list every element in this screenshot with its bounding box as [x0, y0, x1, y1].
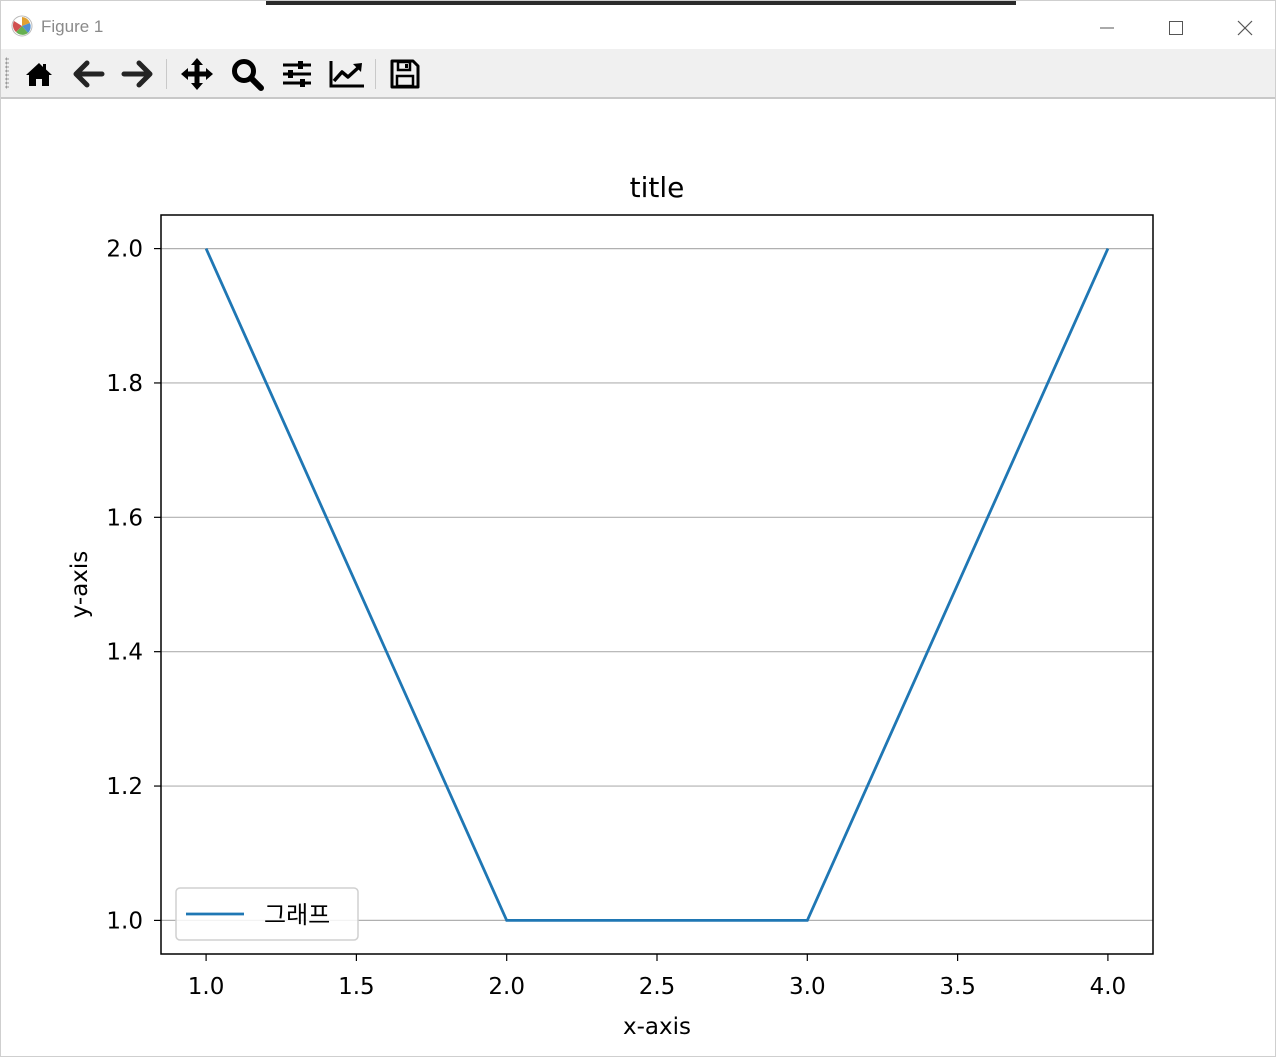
- back-icon: [73, 60, 105, 88]
- maximize-icon: [1169, 21, 1183, 35]
- zoom-button[interactable]: [227, 56, 267, 92]
- x-tick-label: 2.5: [639, 974, 676, 1000]
- y-tick-label: 2.0: [106, 237, 143, 263]
- toolbar-separator: [375, 59, 376, 89]
- forward-icon: [121, 60, 153, 88]
- line-chart: 1.0 1.5 2.0 2.5 3.0 3.5 4.0 1.0 1.2 1.4 1.6 1.8 2.0 t…: [67, 171, 1154, 1040]
- series-line: [204, 248, 1110, 922]
- pan-button[interactable]: [177, 56, 217, 92]
- x-tick-label: 3.5: [939, 974, 976, 1000]
- window-title: Figure 1: [41, 17, 104, 36]
- figure-canvas[interactable]: 1.0 1.5 2.0 2.5 3.0 3.5 4.0 1.0 1.2 1.4 1.6 1.8 2.0 t…: [1, 99, 1275, 1056]
- title-bar[interactable]: Figure 1: [1, 5, 1275, 49]
- y-tick-label: 1.4: [106, 640, 143, 666]
- legend-label: 그래프: [264, 901, 330, 929]
- matplotlib-app-icon: [11, 15, 33, 37]
- minimize-button[interactable]: [1077, 9, 1137, 47]
- pan-icon: [181, 58, 213, 90]
- subplots-button[interactable]: [277, 56, 317, 92]
- x-tick-label: 3.0: [789, 974, 826, 1000]
- save-button[interactable]: [385, 56, 425, 92]
- toolbar-grip[interactable]: [5, 57, 9, 89]
- x-tick-label: 1.0: [188, 974, 225, 1000]
- x-tick-label: 1.5: [338, 974, 375, 1000]
- subplots-icon: [283, 61, 311, 87]
- y-axis-label: y-axis: [67, 551, 93, 619]
- forward-button[interactable]: [117, 56, 157, 92]
- home-button[interactable]: [19, 56, 59, 92]
- maximize-button[interactable]: [1146, 9, 1206, 47]
- y-tick-label: 1.0: [106, 908, 143, 934]
- figure-window: Figure 1 1.0 1.5 2.0 2.5 3.0 3.5 4.0 1.0…: [0, 0, 1276, 1057]
- customize-button[interactable]: [327, 56, 367, 92]
- back-button[interactable]: [69, 56, 109, 92]
- zoom-icon: [232, 59, 264, 91]
- home-icon: [26, 63, 52, 86]
- save-icon: [390, 59, 420, 89]
- y-tick-label: 1.6: [106, 505, 143, 531]
- close-icon: [1237, 20, 1253, 36]
- x-tick-label: 4.0: [1090, 974, 1127, 1000]
- y-tick-label: 1.8: [106, 371, 143, 397]
- close-button[interactable]: [1215, 9, 1275, 47]
- plot-frame: [160, 214, 1154, 955]
- y-tick-label: 1.2: [106, 774, 143, 800]
- toolbar-separator: [166, 59, 167, 89]
- customize-icon: [329, 61, 364, 88]
- chart-title: title: [630, 171, 685, 204]
- x-tick-label: 2.0: [488, 974, 525, 1000]
- x-axis-label: x-axis: [623, 1014, 691, 1040]
- navigation-toolbar: [1, 49, 1275, 99]
- minimize-icon: [1100, 27, 1114, 29]
